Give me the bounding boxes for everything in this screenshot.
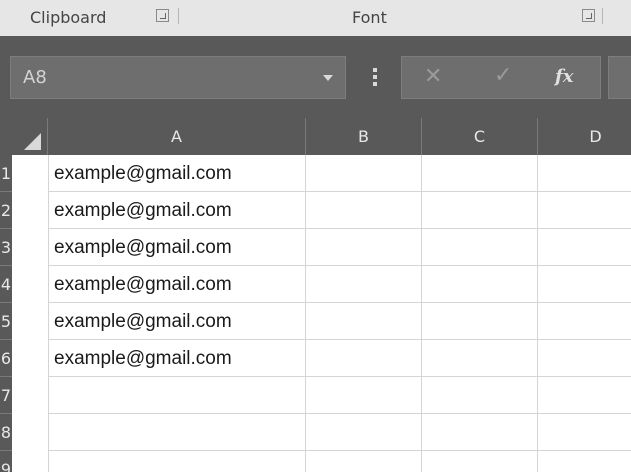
cell-a1[interactable]: example@gmail.com [48, 155, 306, 192]
cell-c2[interactable] [422, 192, 538, 229]
row-header[interactable]: 1 [0, 155, 12, 192]
cell-c8[interactable] [422, 414, 538, 451]
ribbon: Clipboard Font [0, 0, 631, 36]
row-header[interactable]: 2 [0, 192, 12, 229]
row-header[interactable]: 4 [0, 266, 12, 303]
ribbon-group-clipboard: Clipboard [30, 8, 107, 27]
cell-c4[interactable] [422, 266, 538, 303]
clipboard-dialog-launcher-icon[interactable] [156, 9, 169, 22]
row-header[interactable]: 6 [0, 340, 12, 377]
cell-a4[interactable]: example@gmail.com [48, 266, 306, 303]
cell-b5[interactable] [306, 303, 422, 340]
cell-d2[interactable] [538, 192, 631, 229]
cell-b9[interactable] [306, 451, 422, 472]
cell-a5[interactable]: example@gmail.com [48, 303, 306, 340]
row-header[interactable]: 7 [0, 377, 12, 414]
name-box-value: A8 [23, 67, 47, 88]
more-options-icon[interactable] [373, 68, 377, 86]
column-header-d[interactable]: D [538, 118, 631, 155]
cell-b7[interactable] [306, 377, 422, 414]
cell-b2[interactable] [306, 192, 422, 229]
cell-d6[interactable] [538, 340, 631, 377]
cell-a7[interactable] [48, 377, 306, 414]
cancel-icon[interactable]: ✕ [424, 64, 442, 89]
name-box[interactable]: A8 [10, 56, 346, 99]
cell-d1[interactable] [538, 155, 631, 192]
cell-a6[interactable]: example@gmail.com [48, 340, 306, 377]
row-header[interactable]: 5 [0, 303, 12, 340]
insert-function-icon[interactable]: fx [555, 66, 573, 87]
cell-b4[interactable] [306, 266, 422, 303]
row-header[interactable]: 9 [0, 451, 12, 472]
cell-d9[interactable] [538, 451, 631, 472]
cell-d7[interactable] [538, 377, 631, 414]
cell-a9[interactable] [48, 451, 306, 472]
column-header-a[interactable]: A [48, 118, 306, 155]
cell-c1[interactable] [422, 155, 538, 192]
select-all-triangle-icon [24, 133, 41, 150]
select-all-button[interactable] [0, 118, 48, 155]
row-header[interactable]: 3 [0, 229, 12, 266]
font-dialog-launcher-icon[interactable] [582, 9, 595, 22]
cell-d5[interactable] [538, 303, 631, 340]
cell-a3[interactable]: example@gmail.com [48, 229, 306, 266]
enter-icon[interactable]: ✓ [494, 63, 512, 88]
cell-b1[interactable] [306, 155, 422, 192]
chevron-down-icon[interactable] [323, 75, 333, 81]
cell-c6[interactable] [422, 340, 538, 377]
cell-b8[interactable] [306, 414, 422, 451]
cell-d8[interactable] [538, 414, 631, 451]
cell-c9[interactable] [422, 451, 538, 472]
row-header[interactable]: 8 [0, 414, 12, 451]
ribbon-group-font: Font [352, 8, 387, 27]
formula-buttons: ✕ ✓ fx [401, 56, 601, 99]
formula-input[interactable] [608, 56, 631, 99]
ribbon-separator [602, 8, 603, 24]
column-header-c[interactable]: C [422, 118, 538, 155]
cell-d3[interactable] [538, 229, 631, 266]
cell-b3[interactable] [306, 229, 422, 266]
cell-a8[interactable] [48, 414, 306, 451]
formula-bar: A8 ✕ ✓ fx [0, 36, 631, 118]
cell-a2[interactable]: example@gmail.com [48, 192, 306, 229]
cell-c5[interactable] [422, 303, 538, 340]
column-header-b[interactable]: B [306, 118, 422, 155]
cell-c3[interactable] [422, 229, 538, 266]
cell-c7[interactable] [422, 377, 538, 414]
ribbon-separator [178, 8, 179, 24]
cell-d4[interactable] [538, 266, 631, 303]
cell-b6[interactable] [306, 340, 422, 377]
